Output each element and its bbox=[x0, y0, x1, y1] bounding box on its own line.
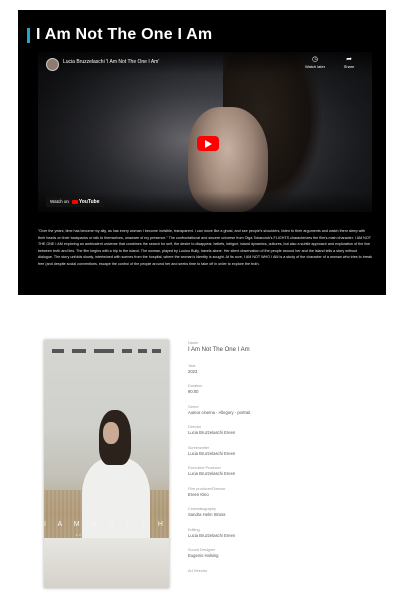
info-value: Ereen Kino bbox=[188, 491, 209, 497]
info-value: I Am Not The One I Am bbox=[188, 347, 250, 353]
info-value: Lucia Bruzzelaschi Ereen bbox=[188, 471, 236, 476]
youtube-label: YouTube bbox=[78, 199, 100, 205]
logo-mark bbox=[122, 349, 132, 353]
film-description: "Over the years, time has become my ally… bbox=[38, 229, 372, 266]
info-item-year: Year 2023 bbox=[188, 364, 378, 375]
info-item-genre: Genre Auteur cinema - Allegory - portrai… bbox=[188, 405, 378, 416]
info-item-cinematography: Cinematography Sandra Helm Struss bbox=[188, 507, 378, 518]
share-button[interactable]: ➦ Share bbox=[334, 56, 364, 70]
page-title: I Am Not The One I Am bbox=[36, 26, 213, 43]
info-item-art-director: Art Director bbox=[188, 569, 378, 574]
info-item-sound-designer: Sound Designer Eugenio Halsing bbox=[188, 548, 378, 559]
channel-avatar[interactable] bbox=[46, 58, 59, 71]
logo-mark bbox=[72, 349, 86, 353]
info-item-screenwriter: Screenwriter Lucia Bruzzelaschi Ereen bbox=[188, 446, 378, 457]
logo-mark bbox=[152, 349, 161, 353]
poster-festival-logos bbox=[50, 348, 163, 356]
info-value: Lucia Bruzzelaschi Ereen bbox=[188, 450, 236, 456]
info-value: Lucia Bruzzelaschi Ereen bbox=[188, 532, 236, 538]
film-info-list: Name I Am Not The One I Am Year 2023 Dur… bbox=[188, 341, 378, 583]
poster-figure-face bbox=[103, 422, 119, 444]
watch-later-button[interactable]: ◷ Watch later bbox=[300, 56, 330, 70]
info-value: 2023 bbox=[188, 368, 198, 374]
clock-icon: ◷ bbox=[311, 56, 319, 63]
logo-mark bbox=[52, 349, 64, 353]
info-value: Sandra Helm Struss bbox=[188, 512, 226, 517]
watch-on-youtube-button[interactable]: Watch on YouTube bbox=[46, 197, 104, 207]
title-accent-bar bbox=[27, 28, 30, 43]
poster-bed-sheet bbox=[44, 538, 169, 588]
video-player[interactable]: Lucia Bruzzelaschi 'I Am Not The One I A… bbox=[38, 52, 372, 212]
watch-later-label: Watch later bbox=[304, 64, 326, 69]
poster-title: I A M N O T T H E O N E I A M bbox=[44, 521, 169, 528]
video-thumbnail-shade bbox=[38, 52, 372, 212]
film-poster: I A M N O T T H E O N E I A M A FILM BY … bbox=[44, 340, 169, 588]
info-item-editing: Editing Lucia Bruzzelaschi Ereen bbox=[188, 528, 378, 539]
share-arrow-icon: ➦ bbox=[346, 56, 352, 63]
info-value: Lucia Bruzzelaschi Ereen bbox=[188, 430, 236, 435]
play-button[interactable] bbox=[197, 136, 219, 151]
info-item-film-producer: Film producer/Director Ereen Kino bbox=[188, 487, 378, 498]
poster-subtitle: A FILM BY LUCIA BRUZZELASCHI bbox=[75, 533, 138, 537]
info-item-director: Director Lucia Bruzzelaschi Ereen bbox=[188, 425, 378, 436]
youtube-logo-icon bbox=[71, 199, 78, 204]
info-item-executive-producer: Executive Producer Lucia Bruzzelaschi Er… bbox=[188, 466, 378, 477]
page: I Am Not The One I Am Lucia Bruzzelaschi… bbox=[0, 0, 400, 605]
info-value: Auteur cinema - Allegory - portrait bbox=[188, 409, 251, 415]
info-value: 90:00 bbox=[188, 389, 199, 394]
video-title-link[interactable]: Lucia Bruzzelaschi 'I Am Not The One I A… bbox=[63, 59, 159, 65]
info-label: Art Director bbox=[188, 568, 208, 573]
info-value: Eugenio Halsing bbox=[188, 553, 219, 558]
share-label: Share bbox=[343, 64, 355, 69]
logo-mark bbox=[94, 349, 114, 353]
logo-mark bbox=[138, 349, 147, 353]
info-item-duration: Duration 90:00 bbox=[188, 384, 378, 395]
info-item-name: Name I Am Not The One I Am bbox=[188, 341, 378, 354]
watch-on-label: Watch on bbox=[50, 199, 69, 204]
